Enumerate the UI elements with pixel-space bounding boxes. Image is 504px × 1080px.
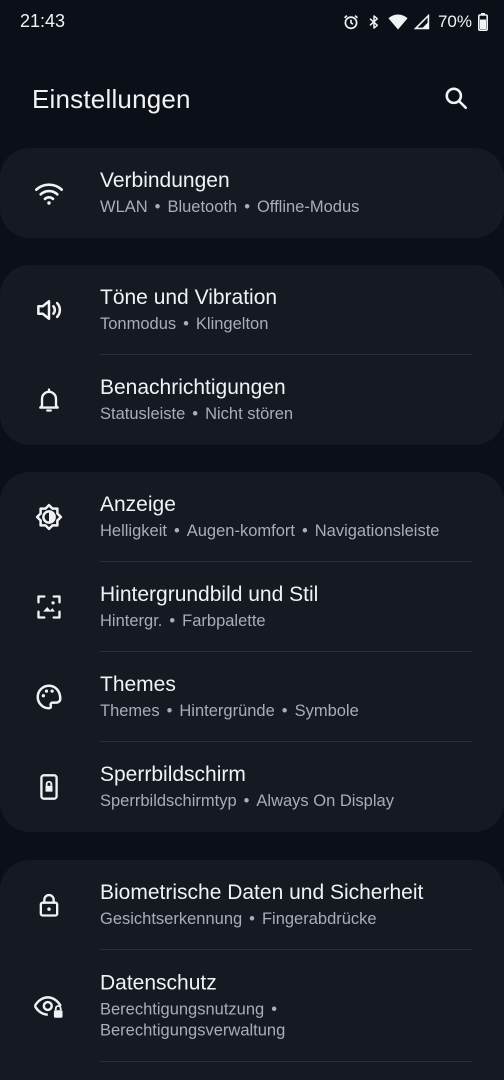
lock-icon	[32, 888, 66, 922]
settings-group-security: Biometrische Daten und Sicherheit Gesich…	[0, 860, 504, 1080]
volume-icon	[32, 293, 66, 327]
setting-title: Sperrbildschirm	[100, 763, 246, 786]
bell-icon	[32, 383, 66, 417]
setting-item-verbindungen[interactable]: Verbindungen WLAN • Bluetooth • Offline-Modu…	[0, 148, 504, 238]
setting-subtitle: Gesichtserkennung • Fingerabdrücke	[100, 910, 377, 928]
setting-item-themes[interactable]: Themes Themes • Hintergründe • Symbole	[0, 652, 504, 742]
setting-subtitle: Themes • Hintergründe • Symbole	[100, 702, 359, 720]
setting-title: Themes	[100, 673, 176, 696]
setting-subtitle: Hintergr. • Farbpalette	[100, 612, 266, 630]
palette-icon	[32, 680, 66, 714]
setting-item-benachrichtigungen[interactable]: Benachrichtigungen Statusleiste • Nicht st…	[0, 355, 504, 445]
settings-group-connections: Verbindungen WLAN • Bluetooth • Offline-Modu…	[0, 148, 504, 238]
setting-title: Biometrische Daten und Sicherheit	[100, 881, 424, 904]
setting-title: Töne und Vibration	[100, 286, 278, 309]
settings-group-display: Anzeige Helligkeit • Augen-komfort • Navigat…	[0, 472, 504, 832]
setting-item-datenschutz[interactable]: Datenschutz Berechtigungsnutzung • Berech…	[0, 950, 504, 1062]
search-button[interactable]	[438, 82, 474, 118]
wallpaper-icon	[32, 590, 66, 624]
status-time: 21:43	[20, 11, 66, 31]
setting-subtitle: Statusleiste • Nicht stören	[100, 405, 294, 423]
wifi-icon	[32, 176, 66, 210]
brightness-icon	[32, 500, 66, 534]
setting-item-biometrie-sicherheit[interactable]: Biometrische Daten und Sicherheit Gesich…	[0, 860, 504, 950]
wifi-status-icon	[388, 13, 408, 31]
setting-subtitle: Berechtigungsnutzung • Berechtigungsverwa…	[100, 1000, 286, 1040]
setting-item-hintergrundbild-stil[interactable]: Hintergrundbild und Stil Hintergr. • Farbp…	[0, 562, 504, 652]
battery-icon	[478, 13, 488, 31]
setting-title: Anzeige	[100, 493, 176, 516]
setting-title: Hintergrundbild und Stil	[100, 583, 319, 606]
setting-item-toene-vibration[interactable]: Töne und Vibration Tonmodus • Klingelton	[0, 265, 504, 355]
setting-item-sperrbildschirm[interactable]: Sperrbildschirm Sperrbildschirmtyp • Alway…	[0, 742, 504, 832]
setting-title: Datenschutz	[100, 971, 217, 995]
setting-subtitle: WLAN • Bluetooth • Offline-Modus	[100, 198, 360, 216]
setting-item-anzeige[interactable]: Anzeige Helligkeit • Augen-komfort • Navigat…	[0, 472, 504, 562]
setting-subtitle: Tonmodus • Klingelton	[100, 315, 269, 333]
status-icons: 70%	[342, 8, 488, 36]
battery-percent: 70%	[437, 12, 472, 31]
bluetooth-icon	[366, 13, 382, 31]
header: Einstellungen	[0, 76, 504, 124]
status-bar: 21:43 70%	[0, 0, 504, 44]
setting-title: Verbindungen	[100, 169, 230, 192]
search-icon	[443, 85, 469, 116]
divider	[100, 1061, 472, 1062]
page-title: Einstellungen	[32, 84, 191, 114]
privacy-eye-icon	[32, 989, 66, 1023]
setting-subtitle: Helligkeit • Augen-komfort • Navigationsleis…	[100, 522, 440, 540]
alarm-icon	[342, 13, 360, 31]
settings-screen: 21:43 70% Einstellungen Verbindungen WLA…	[0, 0, 504, 1080]
setting-title: Benachrichtigungen	[100, 376, 286, 399]
setting-subtitle: Sperrbildschirmtyp • Always On Display	[100, 792, 394, 810]
settings-group-sound-notifications: Töne und Vibration Tonmodus • Klingelton B…	[0, 265, 504, 445]
signal-icon	[413, 14, 430, 30]
lockscreen-icon	[32, 770, 66, 804]
